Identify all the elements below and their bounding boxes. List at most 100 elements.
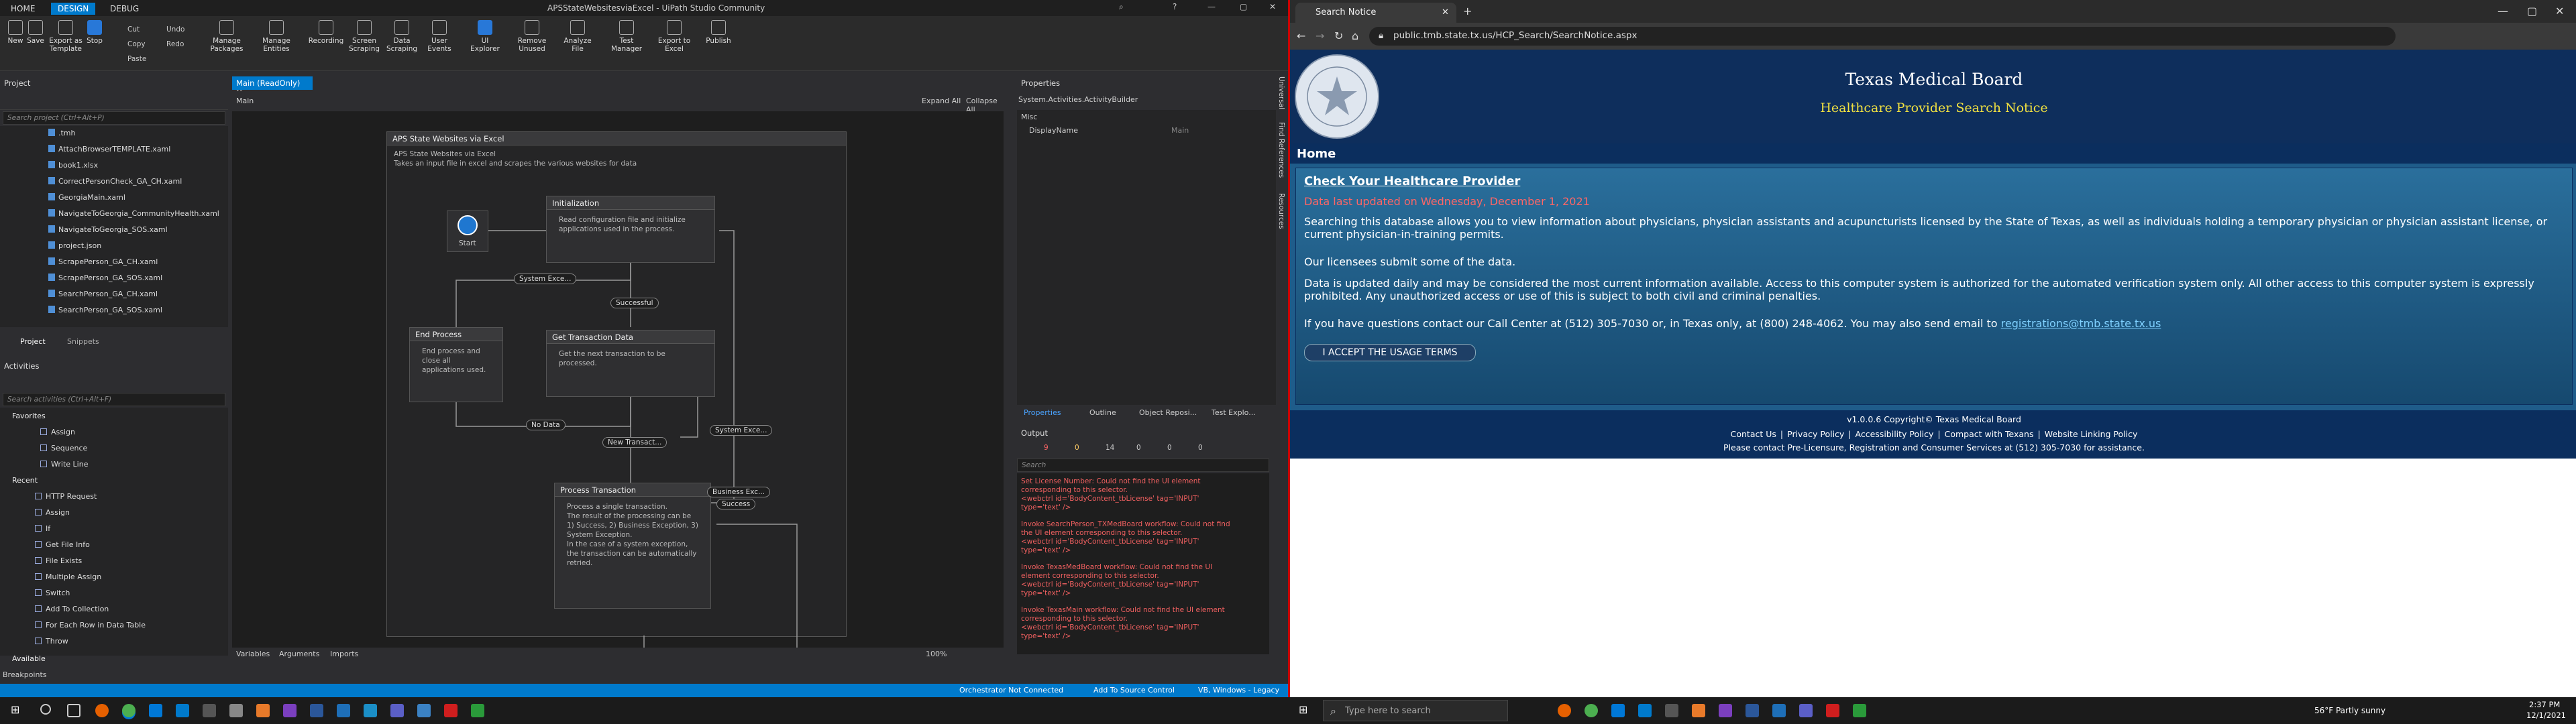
new-tab-icon[interactable]: + — [1463, 5, 1472, 17]
designer-canvas[interactable]: APS State Websites via Excel APS State W… — [232, 111, 1004, 648]
activity-item[interactable]: Assign — [35, 508, 70, 517]
project-file-item[interactable]: GeorgiaMain.xaml — [48, 193, 125, 202]
taskbar-search-input[interactable]: ⌕ Type here to search — [1323, 700, 1508, 721]
project-file-item[interactable]: SearchPerson_GA_CH.xaml — [48, 290, 158, 298]
side-tab-universal[interactable]: Universal — [1277, 76, 1285, 109]
language-status[interactable]: VB, Windows - Legacy — [1198, 686, 1279, 695]
label-success[interactable]: Success — [716, 499, 756, 509]
project-file-item[interactable]: ScrapePerson_GA_CH.xaml — [48, 257, 158, 266]
search-icon[interactable] — [40, 704, 51, 715]
app-icon-6[interactable] — [203, 704, 216, 717]
onenote-icon[interactable] — [1719, 704, 1732, 717]
arguments-tab[interactable]: Arguments — [279, 650, 319, 658]
project-file-item[interactable]: book1.xlsx — [48, 161, 98, 170]
onenote-icon[interactable] — [283, 704, 297, 717]
browser-tab[interactable]: Search Notice ✕ — [1295, 3, 1456, 23]
activity-item[interactable]: Get File Info — [35, 540, 90, 549]
app-icon-14[interactable] — [417, 704, 431, 717]
initialization-node[interactable]: Initialization Read configuration file a… — [546, 196, 715, 263]
favorites-section[interactable]: Favorites — [12, 412, 46, 420]
tab-test-explorer[interactable]: Test Explo... — [1212, 408, 1256, 417]
recording-button[interactable]: Recording — [307, 20, 345, 45]
screen-scraping-button[interactable]: Screen Scraping — [346, 20, 382, 53]
tab-object-repository[interactable]: Object Reposi... — [1139, 408, 1197, 417]
end-process-node[interactable]: End Process End process and close all ap… — [409, 327, 503, 402]
forward-icon[interactable]: → — [1316, 29, 1324, 42]
info-count[interactable]: 14 — [1106, 444, 1114, 452]
task-view-icon[interactable] — [67, 704, 80, 717]
app-icon-16[interactable] — [1853, 704, 1866, 717]
label-business-exception[interactable]: Business Exc... — [707, 487, 771, 497]
breadcrumb[interactable]: Main — [236, 97, 254, 105]
activity-item[interactable]: Write Line — [40, 460, 88, 469]
data-scraping-button[interactable]: Data Scraping — [384, 20, 420, 53]
tab-outline[interactable]: Outline — [1089, 408, 1116, 417]
search-icon[interactable]: ⌕ — [1119, 2, 1124, 12]
teams-icon[interactable] — [1799, 704, 1813, 717]
activity-item[interactable]: Multiple Assign — [35, 572, 101, 581]
label-successful[interactable]: Successful — [610, 298, 659, 308]
footer-link[interactable]: Accessibility Policy — [1856, 429, 1934, 439]
footer-link[interactable]: Contact Us — [1731, 429, 1776, 439]
app-icon-6[interactable] — [1665, 704, 1678, 717]
pdf-icon[interactable] — [444, 704, 458, 717]
clock-date[interactable]: 12/1/2021 — [2526, 711, 2566, 720]
uipath-taskbar-icon[interactable] — [1692, 704, 1705, 717]
project-file-item[interactable]: NavigateToGeorgia_SOS.xaml — [48, 225, 168, 234]
doc-tab-main[interactable]: Main (ReadOnly) ✕ — [232, 76, 313, 97]
project-file-item[interactable]: project.json — [48, 241, 101, 250]
prop-displayname-value[interactable]: Main — [1171, 126, 1189, 135]
footer-link[interactable]: Website Linking Policy — [2045, 429, 2138, 439]
label-system-exception-1[interactable]: System Exce... — [514, 274, 577, 284]
activity-item[interactable]: Throw — [35, 637, 68, 646]
copy-button[interactable]: Copy — [127, 40, 146, 48]
maximize-icon[interactable]: ▢ — [1240, 2, 1247, 11]
edge-icon[interactable] — [149, 704, 162, 717]
user-events-button[interactable]: User Events — [421, 20, 458, 53]
warning-count[interactable]: 0 — [1075, 444, 1079, 452]
teams-icon[interactable] — [390, 704, 404, 717]
manage-entities-button[interactable]: Manage Entities — [258, 20, 295, 53]
publish-button[interactable]: Publish — [702, 20, 735, 45]
label-system-exception-2[interactable]: System Exce... — [710, 425, 773, 436]
available-section[interactable]: Available — [12, 654, 46, 663]
email-link[interactable]: registrations@tmb.state.tx.us — [2001, 317, 2161, 330]
project-file-item[interactable]: ScrapePerson_GA_SOS.xaml — [48, 274, 162, 282]
project-search-input[interactable]: Search project (Ctrl+Alt+P) — [3, 111, 225, 125]
accept-terms-button[interactable]: I ACCEPT THE USAGE TERMS — [1304, 344, 1476, 361]
close-icon[interactable]: ✕ — [1269, 2, 1276, 11]
minimize-icon[interactable]: — — [1208, 2, 1216, 11]
trace-count[interactable]: 0 — [1136, 444, 1141, 452]
output-error-entry[interactable]: Set License Number: Could not find the U… — [1021, 477, 1201, 512]
get-transaction-node[interactable]: Get Transaction Data Get the next transa… — [546, 330, 715, 397]
project-file-item[interactable]: AttachBrowserTEMPLATE.xaml — [48, 145, 170, 154]
windows-start-icon[interactable]: ⊞ — [1299, 703, 1307, 716]
vscode-icon[interactable] — [176, 704, 189, 717]
side-tab-resources[interactable]: Resources — [1277, 193, 1285, 229]
help-icon[interactable]: ? — [1173, 2, 1177, 11]
activity-item[interactable]: Sequence — [40, 444, 87, 452]
close-icon[interactable]: ✕ — [2555, 5, 2564, 17]
source-control-button[interactable]: Add To Source Control — [1093, 686, 1175, 695]
activities-search-input[interactable]: Search activities (Ctrl+Alt+F) — [3, 393, 225, 406]
activity-item[interactable]: If — [35, 524, 50, 533]
output-error-entry[interactable]: Invoke TexasMain workflow: Could not fin… — [1021, 606, 1225, 641]
tab-project[interactable]: Project — [20, 337, 46, 346]
activity-item[interactable]: Switch — [35, 589, 70, 597]
chrome-icon[interactable] — [1585, 704, 1598, 717]
output-search-input[interactable]: Search — [1017, 459, 1269, 472]
zoom-level[interactable]: 100% — [926, 650, 947, 658]
edge-icon[interactable] — [1611, 704, 1625, 717]
side-tab-find-references[interactable]: Find References — [1277, 122, 1285, 178]
cut-button[interactable]: Cut — [127, 25, 140, 34]
label-new-transaction[interactable]: New Transact... — [602, 437, 667, 448]
stop-button[interactable]: Stop — [79, 20, 110, 45]
breakpoints-tab[interactable]: Breakpoints — [3, 670, 47, 679]
pdf-icon[interactable] — [1826, 704, 1839, 717]
misc-group[interactable]: Misc — [1021, 113, 1037, 121]
debug-count[interactable]: 0 — [1198, 444, 1203, 452]
firefox-icon[interactable] — [95, 704, 109, 717]
windows-start-icon[interactable]: ⊞ — [11, 703, 19, 716]
settings-icon[interactable] — [229, 704, 243, 717]
analyze-file-button[interactable]: Analyze File — [559, 20, 596, 53]
